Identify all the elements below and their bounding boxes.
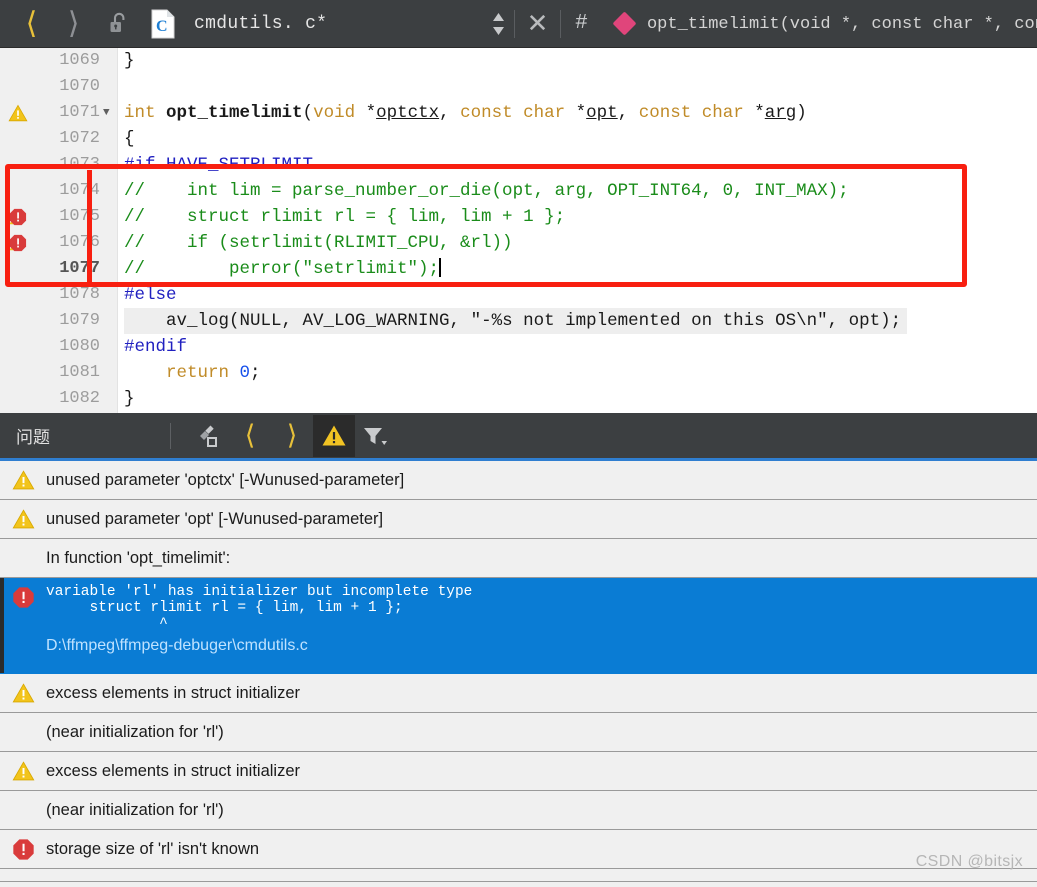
filter-dropdown-icon[interactable] (355, 415, 397, 457)
code-line[interactable]: 1078 #else (0, 282, 1037, 308)
navigate-forward-button[interactable]: ⟩ (53, 0, 94, 48)
problem-row[interactable]: excess elements in struct initializer (0, 674, 1037, 713)
line-number: 1074 (59, 181, 100, 200)
problem-caret-marker: ^ (46, 616, 168, 632)
code-line[interactable]: 1080 #endif (0, 334, 1037, 360)
code-line[interactable]: 1072 { (0, 126, 1037, 152)
problems-list[interactable]: unused parameter 'optctx' [-Wunused-para… (0, 461, 1037, 887)
warnings-filter-icon[interactable] (313, 414, 355, 457)
breadcrumb-signature[interactable]: opt_timelimit(void *, const char *, cons… (647, 13, 1037, 34)
code-text: { (124, 129, 135, 149)
problem-row[interactable]: excess elements in struct initializer (0, 752, 1037, 791)
code-text: #endif (124, 337, 188, 357)
code-line[interactable]: 1074 // int lim = parse_number_or_die(opt… (0, 178, 1037, 204)
file-title: cmdutils. c* (194, 13, 328, 34)
code-text: // struct rlimit rl = { lim, lim + 1 }; (124, 207, 566, 227)
code-line[interactable]: 1069} (0, 48, 1037, 74)
sort-updown-icon[interactable] (482, 0, 514, 48)
c-file-icon: C (143, 0, 184, 48)
code-line[interactable]: 1071 ▼ int opt_timelimit(void *optctx, con… (0, 100, 1037, 126)
problem-message: excess elements in struct initializer (46, 761, 301, 780)
line-number: 1075 (59, 207, 100, 226)
pink-diamond-method-icon (602, 0, 647, 48)
code-text: #if HAVE_SETRLIMIT (124, 155, 314, 175)
code-line[interactable]: 1073 #if HAVE_SETRLIMIT (0, 152, 1037, 178)
line-number: 1082 (59, 389, 100, 408)
warning-icon (0, 682, 46, 705)
problem-row[interactable]: unused parameter 'opt' [-Wunused-paramet… (0, 500, 1037, 539)
line-number: 1072 (59, 129, 100, 148)
code-line[interactable]: 1081 return 0; (0, 360, 1037, 386)
problems-toolbar-divider (170, 422, 171, 449)
line-number: 1077 (59, 259, 100, 278)
line-number: 1076 (59, 233, 100, 252)
code-text: av_log(NULL, AV_LOG_WARNING, "-%s not im… (124, 308, 908, 334)
code-line[interactable]: 1075 // struct rlimit rl = { lim, lim + 1… (0, 204, 1037, 230)
problems-panel-title: 问题 (16, 428, 50, 447)
code-line[interactable]: 1079 av_log(NULL, AV_LOG_WARNING, "-%s n… (0, 308, 1037, 334)
code-text: // perror("setrlimit"); (124, 258, 442, 279)
warning-icon (0, 508, 46, 531)
code-text: // if (setrlimit(RLIMIT_CPU, &rl)) (124, 233, 513, 253)
problem-code-snippet: struct rlimit rl = { lim, lim + 1 }; (46, 600, 403, 616)
problem-file-path-link[interactable]: D:\ffmpeg\ffmpeg-debuger\cmdutils.c (46, 637, 482, 655)
selection-left-bar (0, 578, 4, 673)
navigate-back-button[interactable]: ⟨ (10, 0, 53, 48)
code-line[interactable]: 1077 // perror("setrlimit"); (0, 256, 1037, 282)
svg-text:C: C (156, 18, 168, 35)
warning-icon (0, 760, 46, 783)
problem-row[interactable]: storage size of 'rl' isn't known (0, 830, 1037, 869)
problem-message: (near initialization for 'rl') (46, 800, 224, 819)
fold-collapse-icon[interactable]: ▼ (103, 100, 110, 126)
code-editor[interactable]: 1069} 1070 1071 ▼ int opt_timelimit(void *o… (0, 48, 1037, 413)
line-number: 1078 (59, 285, 100, 304)
code-line[interactable]: 1082} (0, 386, 1037, 412)
next-problem-icon[interactable]: ⟩ (271, 415, 313, 457)
panel-bottom-strip (0, 881, 1037, 887)
error-icon (0, 838, 46, 861)
code-line[interactable]: 1070 (0, 74, 1037, 100)
problem-message: In function 'opt_timelimit': (46, 548, 231, 567)
clear-all-icon[interactable] (187, 415, 229, 457)
error-icon (0, 578, 46, 609)
problem-message: unused parameter 'opt' [-Wunused-paramet… (46, 509, 384, 528)
code-text: // int lim = parse_number_or_die(opt, ar… (124, 181, 849, 201)
close-x-icon[interactable]: ✕ (515, 0, 560, 48)
problem-message: storage size of 'rl' isn't known (46, 839, 260, 858)
unlock-icon[interactable] (94, 0, 143, 48)
problem-row[interactable]: In function 'opt_timelimit': (0, 539, 1037, 578)
editor-toolbar: ⟨ ⟩ C cmdutils. c* ✕ # opt_timelimit(voi… (0, 0, 1037, 48)
line-number: 1070 (59, 77, 100, 96)
line-number: 1081 (59, 363, 100, 382)
problem-row[interactable]: variable 'rl' has initializer but incomp… (0, 578, 1037, 674)
line-number: 1071 (59, 103, 100, 122)
problem-message: variable 'rl' has initializer but incomp… (46, 584, 473, 600)
line-number: 1073 (59, 155, 100, 174)
line-number: 1080 (59, 337, 100, 356)
problem-message: unused parameter 'optctx' [-Wunused-para… (46, 470, 405, 489)
warning-icon (0, 469, 46, 492)
previous-problem-icon[interactable]: ⟨ (229, 415, 271, 457)
code-text: } (124, 51, 135, 71)
hash-button[interactable]: # (561, 0, 602, 48)
annotation-change-bar (87, 170, 92, 282)
problem-row[interactable]: (near initialization for 'rl') (0, 791, 1037, 830)
problem-message: excess elements in struct initializer (46, 683, 301, 702)
problem-detail: variable 'rl' has initializer but incomp… (46, 578, 482, 661)
code-text: return 0; (166, 363, 261, 383)
problem-message: (near initialization for 'rl') (46, 722, 224, 741)
code-text: int opt_timelimit(void *optctx, const ch… (124, 103, 807, 123)
problems-panel-header: 问题 ⟨ ⟩ (0, 413, 1037, 461)
code-text: #else (124, 285, 177, 305)
code-lines[interactable]: 1069} 1070 1071 ▼ int opt_timelimit(void *o… (0, 48, 1037, 412)
code-text: } (124, 389, 135, 409)
code-line[interactable]: 1076 // if (setrlimit(RLIMIT_CPU, &rl)) (0, 230, 1037, 256)
line-number: 1069 (59, 51, 100, 70)
problem-row[interactable]: unused parameter 'optctx' [-Wunused-para… (0, 461, 1037, 500)
line-number: 1079 (59, 311, 100, 330)
problem-row[interactable]: (near initialization for 'rl') (0, 713, 1037, 752)
